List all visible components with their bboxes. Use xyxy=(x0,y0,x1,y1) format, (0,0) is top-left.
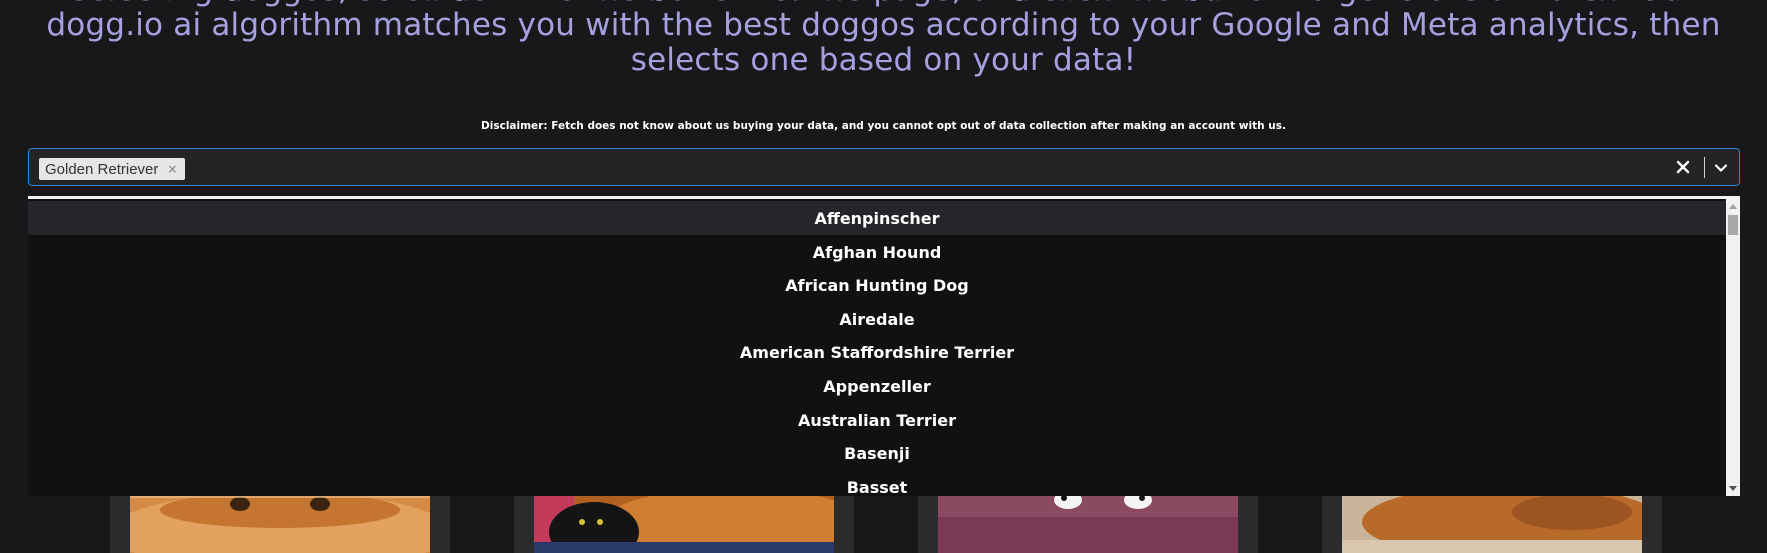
dog-photo xyxy=(938,492,1238,553)
scroll-down-arrow-icon[interactable] xyxy=(1726,482,1740,496)
close-icon[interactable] xyxy=(1672,156,1694,178)
dog-photo xyxy=(130,492,430,553)
dog-card[interactable] xyxy=(1322,492,1662,553)
breed-option[interactable]: Appenzeller xyxy=(28,369,1726,403)
breed-select[interactable]: Golden Retriever × xyxy=(28,148,1740,186)
selected-breed-label: Golden Retriever xyxy=(45,160,159,178)
chip-remove-button[interactable]: × xyxy=(163,162,185,176)
breed-option[interactable]: American Staffordshire Terrier xyxy=(28,335,1726,369)
breed-option[interactable]: Afghan Hound xyxy=(28,235,1726,269)
dog-gallery xyxy=(0,492,1767,553)
intro-text: selecting doggos, scroll down to the bot… xyxy=(0,0,1767,78)
chevron-down-icon[interactable] xyxy=(1710,157,1732,179)
breed-option[interactable]: Airedale xyxy=(28,302,1726,336)
selected-breed-chip: Golden Retriever × xyxy=(39,158,186,180)
disclaimer-text: Disclaimer: Fetch does not know about us… xyxy=(481,120,1286,132)
dog-card[interactable] xyxy=(514,492,854,553)
breed-option[interactable]: Affenpinscher xyxy=(28,201,1726,235)
dog-photo xyxy=(534,492,834,553)
dog-card[interactable] xyxy=(918,492,1258,553)
breed-option[interactable]: Basenji xyxy=(28,436,1726,470)
intro-line: dogg.io ai algorithm matches you with th… xyxy=(46,7,1721,43)
dog-card[interactable] xyxy=(110,492,450,553)
breed-option[interactable]: Basset xyxy=(28,470,1726,497)
breed-options-menu: Affenpinscher Afghan Hound African Hunti… xyxy=(28,196,1740,496)
menu-scrollbar[interactable] xyxy=(1726,199,1740,496)
dog-photo xyxy=(1342,492,1642,553)
scroll-up-arrow-icon[interactable] xyxy=(1726,199,1740,213)
indicator-separator xyxy=(1704,157,1705,178)
breed-option[interactable]: African Hunting Dog xyxy=(28,268,1726,302)
intro-line: selects one based on your data! xyxy=(630,42,1137,78)
scrollbar-thumb[interactable] xyxy=(1728,215,1738,235)
breed-option[interactable]: Australian Terrier xyxy=(28,403,1726,437)
